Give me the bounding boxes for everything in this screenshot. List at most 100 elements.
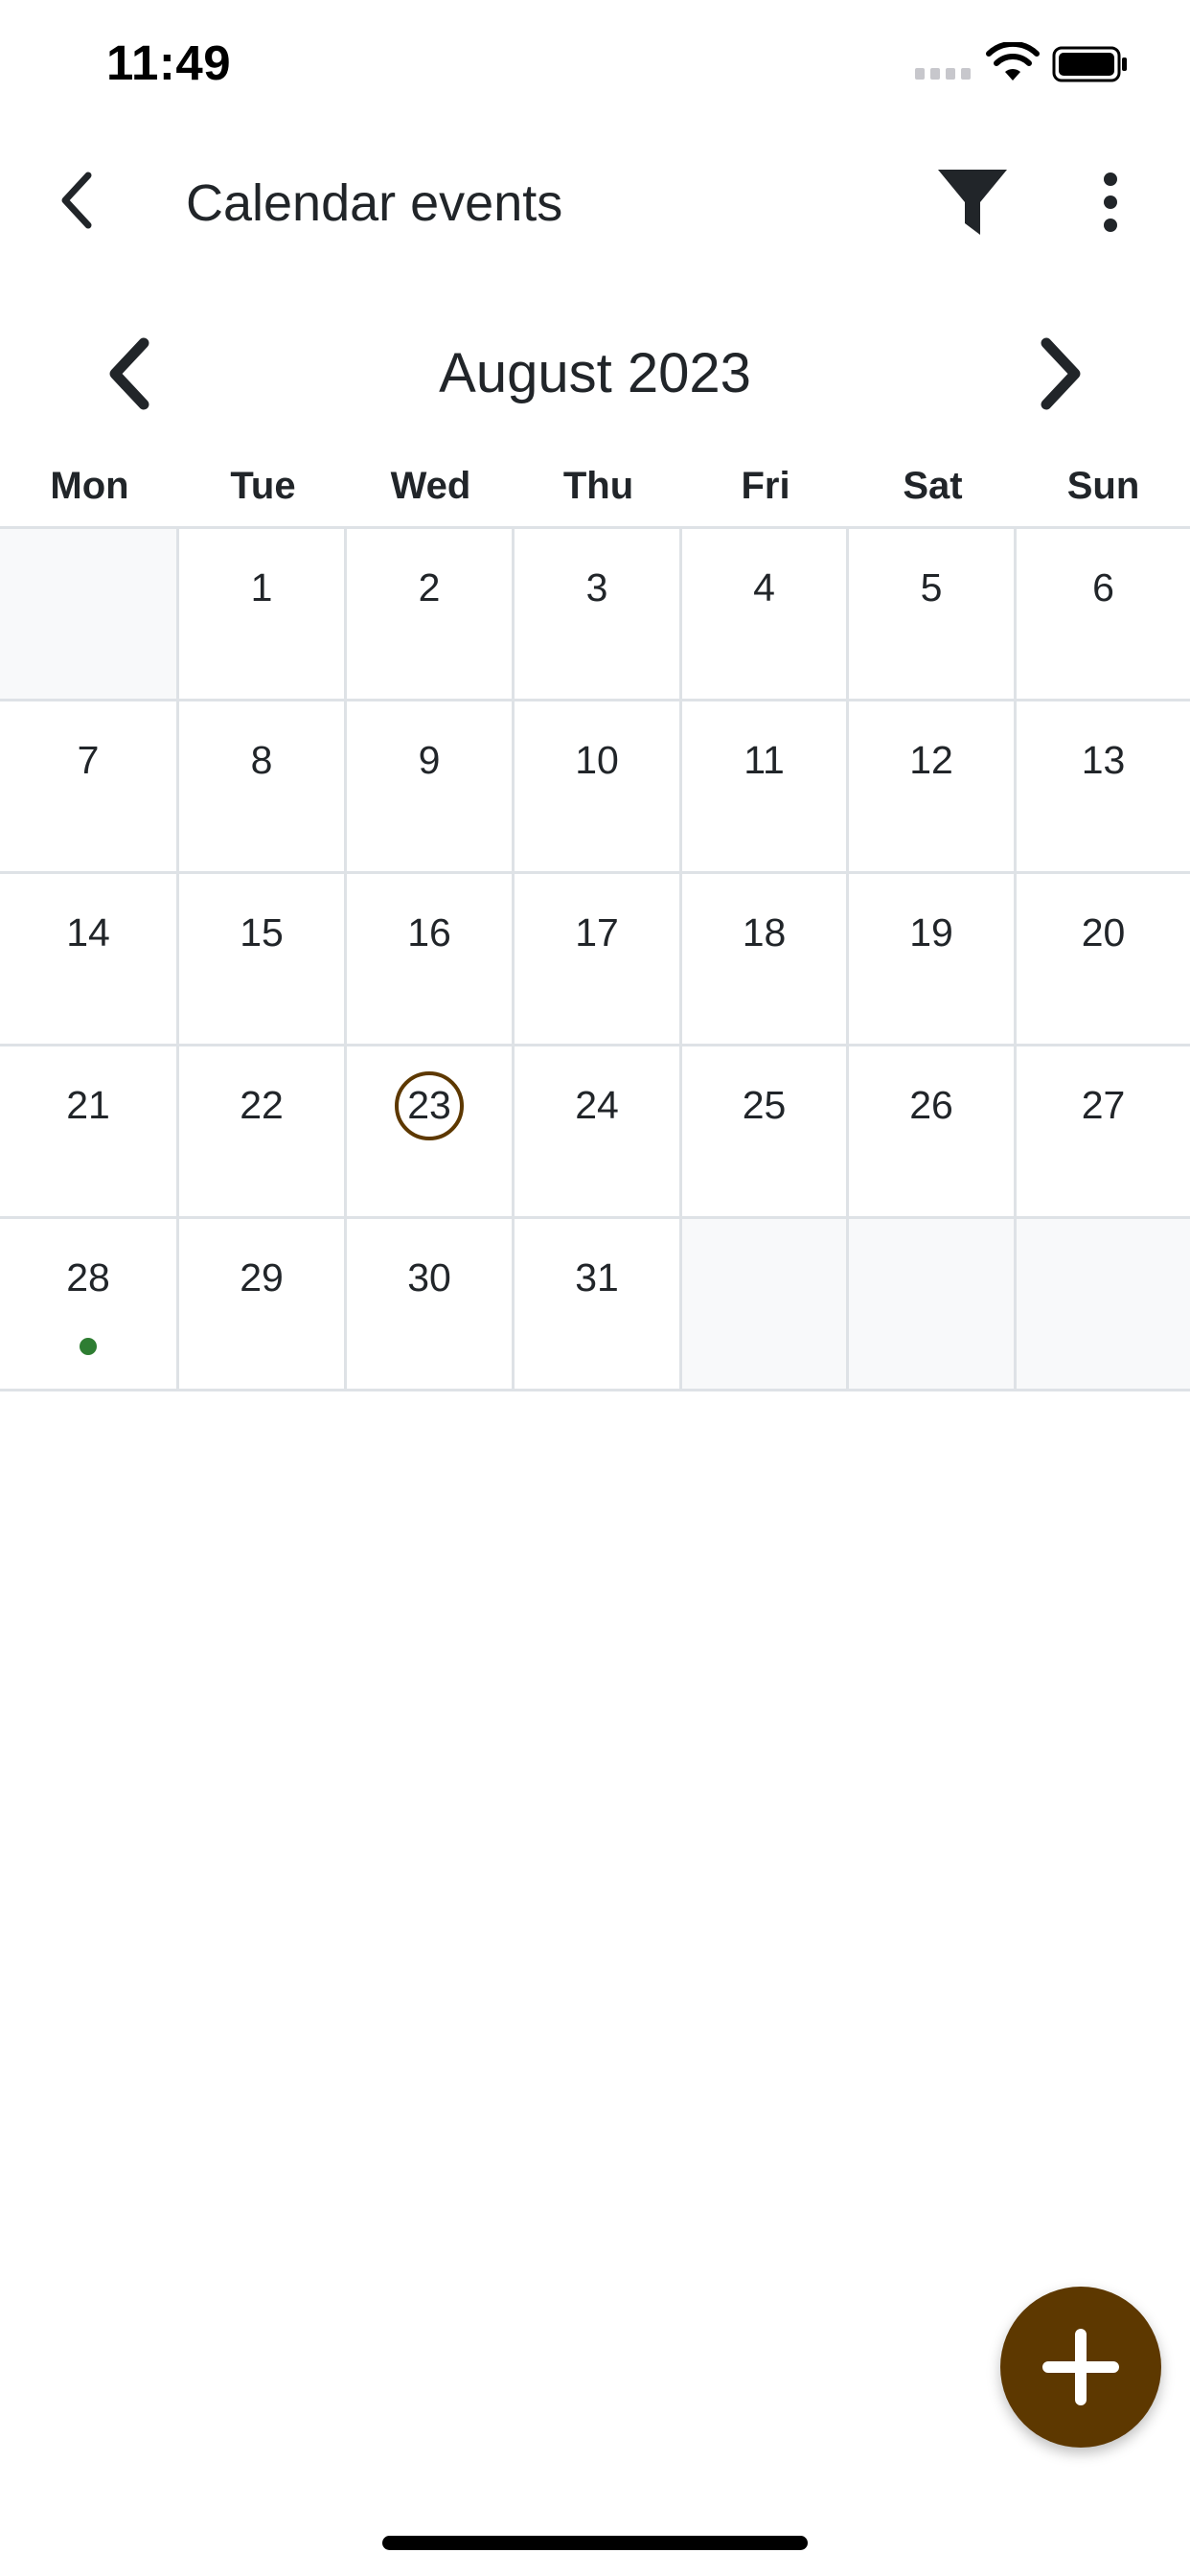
day-cell-13[interactable]: 13	[1017, 702, 1190, 871]
chevron-right-icon	[1041, 337, 1081, 410]
day-cell-8[interactable]: 8	[179, 702, 347, 871]
day-cell-16[interactable]: 16	[347, 874, 515, 1044]
day-number: 12	[909, 738, 953, 782]
day-number: 14	[66, 910, 110, 954]
day-cell-31[interactable]: 31	[515, 1219, 682, 1389]
month-navigation: August 2023	[0, 316, 1190, 431]
week-row: 21 22 23 24 25 26 27	[0, 1046, 1190, 1219]
status-bar: 11:49	[0, 0, 1190, 129]
weekday-tue: Tue	[230, 465, 296, 507]
day-number: 29	[240, 1255, 284, 1300]
app-header: Calendar events	[0, 129, 1190, 283]
day-cell-2[interactable]: 2	[347, 529, 515, 699]
day-cell-21[interactable]: 21	[0, 1046, 179, 1216]
day-number: 25	[742, 1083, 787, 1127]
day-number: 8	[250, 738, 273, 782]
day-cell-4[interactable]: 4	[682, 529, 849, 699]
day-cell-3[interactable]: 3	[515, 529, 682, 699]
day-number: 26	[909, 1083, 953, 1127]
calendar-grid: 1 2 3 4 5 6 7 8 9 10 11 12 13 14 15 16 17 18 19 20 21 22 23 24 2…	[0, 526, 1190, 1392]
day-number: 4	[753, 565, 775, 610]
day-number: 19	[909, 910, 953, 954]
day-cell-25[interactable]: 25	[682, 1046, 849, 1216]
day-number: 18	[742, 910, 787, 954]
day-cell-20[interactable]: 20	[1017, 874, 1190, 1044]
event-dot	[80, 1338, 97, 1355]
day-cell-28[interactable]: 28	[0, 1219, 179, 1389]
status-time: 11:49	[106, 35, 232, 90]
day-number: 17	[575, 910, 619, 954]
day-cell-7[interactable]: 7	[0, 702, 179, 871]
day-number: 30	[407, 1255, 451, 1300]
day-cell-26[interactable]: 26	[849, 1046, 1017, 1216]
page-title: Calendar events	[186, 174, 563, 232]
day-cell-6[interactable]: 6	[1017, 529, 1190, 699]
day-number: 23	[407, 1083, 451, 1127]
empty-day-cell	[849, 1219, 1017, 1389]
plus-icon	[1042, 2329, 1119, 2405]
next-month-button[interactable]	[1021, 330, 1098, 418]
day-number: 16	[407, 910, 451, 954]
day-cell-22[interactable]: 22	[179, 1046, 347, 1216]
month-label: August 2023	[439, 342, 751, 404]
filter-button[interactable]	[931, 164, 1014, 241]
day-cell-18[interactable]: 18	[682, 874, 849, 1044]
weekday-sun: Sun	[1066, 465, 1140, 507]
day-number: 28	[66, 1255, 110, 1300]
weekday-thu: Thu	[562, 465, 634, 507]
day-cell-23[interactable]: 23	[347, 1046, 515, 1216]
day-cell-5[interactable]: 5	[849, 529, 1017, 699]
cellular-signal-icon	[915, 68, 971, 80]
filter-icon	[938, 170, 1007, 235]
weekday-fri: Fri	[741, 465, 790, 507]
week-row: 14 15 16 17 18 19 20	[0, 874, 1190, 1046]
weekday-wed: Wed	[390, 465, 471, 507]
empty-day-cell	[0, 529, 179, 699]
day-number: 20	[1081, 910, 1126, 954]
day-number: 24	[575, 1083, 619, 1127]
weekday-mon: Mon	[50, 465, 129, 507]
day-number: 5	[920, 565, 943, 610]
empty-day-cell	[682, 1219, 849, 1389]
day-number: 6	[1092, 565, 1114, 610]
weekday-header: Mon Tue Wed Thu Fri Sat Sun	[0, 450, 1190, 527]
battery-icon	[1052, 46, 1127, 82]
day-cell-14[interactable]: 14	[0, 874, 179, 1044]
day-cell-1[interactable]: 1	[179, 529, 347, 699]
day-number: 9	[418, 738, 441, 782]
day-cell-29[interactable]: 29	[179, 1219, 347, 1389]
day-number: 21	[66, 1083, 110, 1127]
day-number: 3	[585, 565, 608, 610]
week-row: 1 2 3 4 5 6	[0, 529, 1190, 702]
day-number: 7	[77, 738, 100, 782]
wifi-icon	[986, 42, 1040, 80]
day-cell-9[interactable]: 9	[347, 702, 515, 871]
day-cell-24[interactable]: 24	[515, 1046, 682, 1216]
day-number: 1	[250, 565, 273, 610]
day-number: 22	[240, 1083, 284, 1127]
day-number: 10	[575, 738, 619, 782]
day-cell-30[interactable]: 30	[347, 1219, 515, 1389]
day-number: 2	[418, 565, 441, 610]
day-cell-27[interactable]: 27	[1017, 1046, 1190, 1216]
day-cell-10[interactable]: 10	[515, 702, 682, 871]
back-button[interactable]	[42, 166, 111, 235]
day-cell-17[interactable]: 17	[515, 874, 682, 1044]
day-cell-12[interactable]: 12	[849, 702, 1017, 871]
weekday-sat: Sat	[903, 465, 963, 507]
day-number: 27	[1081, 1083, 1126, 1127]
day-number: 13	[1081, 738, 1126, 782]
day-cell-15[interactable]: 15	[179, 874, 347, 1044]
more-options-button[interactable]	[1083, 164, 1138, 241]
day-cell-19[interactable]: 19	[849, 874, 1017, 1044]
home-indicator	[382, 2536, 808, 2550]
week-row: 28 29 30 31	[0, 1219, 1190, 1392]
empty-day-cell	[1017, 1219, 1190, 1389]
day-number: 15	[240, 910, 284, 954]
more-vertical-icon	[1104, 172, 1117, 232]
day-cell-11[interactable]: 11	[682, 702, 849, 871]
day-number: 11	[744, 738, 785, 782]
week-row: 7 8 9 10 11 12 13	[0, 702, 1190, 874]
chevron-left-icon	[61, 172, 92, 229]
add-event-button[interactable]	[1000, 2287, 1161, 2448]
